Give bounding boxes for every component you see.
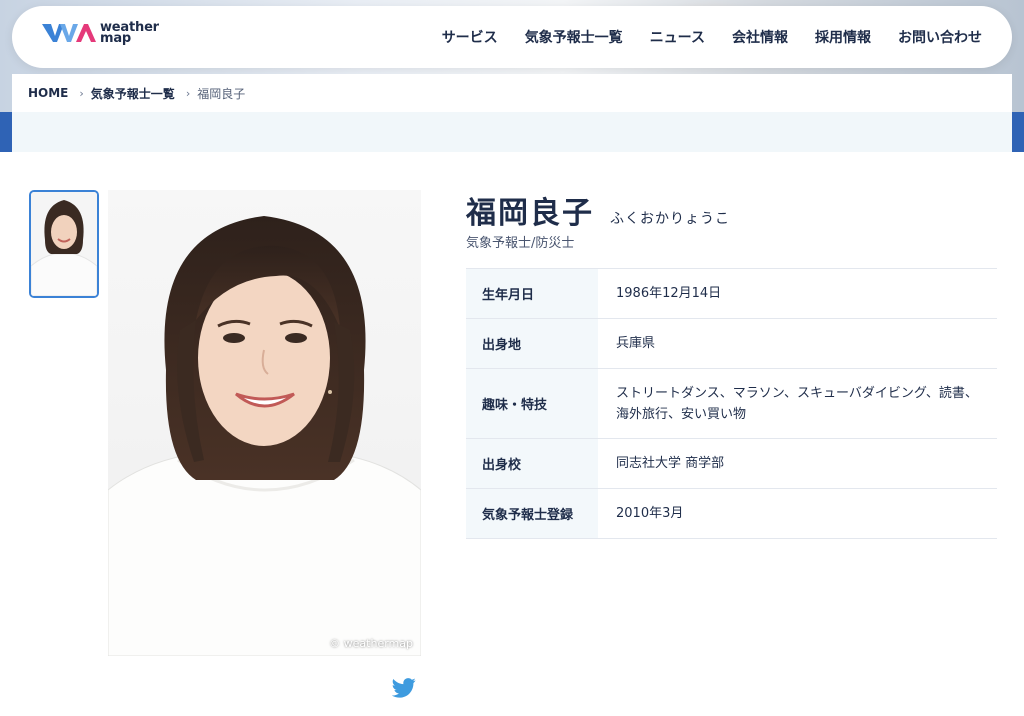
breadcrumb-separator: › bbox=[185, 86, 191, 100]
nav-item-services[interactable]: サービス bbox=[442, 27, 498, 47]
row-label-registration: 気象予報士登録 bbox=[466, 488, 598, 539]
logo-wordmark: weather map bbox=[100, 21, 159, 46]
table-row: 出身地 兵庫県 bbox=[466, 318, 997, 369]
logo-link[interactable]: weather map bbox=[42, 21, 159, 46]
twitter-icon bbox=[391, 678, 416, 698]
profile-name-kana: ふくおかりょうこ bbox=[610, 211, 730, 227]
row-label-hobbies: 趣味・特技 bbox=[466, 368, 598, 439]
main-nav: サービス 気象予報士一覧 ニュース 会社情報 採用情報 お問い合わせ bbox=[442, 6, 982, 68]
row-value-school: 同志社大学 商学部 bbox=[616, 456, 725, 471]
nav-item-company[interactable]: 会社情報 bbox=[732, 27, 788, 47]
weathermap-logo-icon bbox=[42, 24, 96, 42]
row-label-school: 出身校 bbox=[466, 438, 598, 489]
breadcrumb: HOME › 気象予報士一覧 › 福岡良子 bbox=[12, 74, 1012, 112]
portrait-image bbox=[108, 190, 421, 656]
row-value-hobbies: ストリートダンス、マラソン、スキューバダイビング、読書、海外旅行、安い買い物 bbox=[616, 385, 978, 422]
breadcrumb-forecaster-list[interactable]: 気象予報士一覧 bbox=[91, 85, 175, 102]
nav-item-contact[interactable]: お問い合わせ bbox=[898, 27, 982, 47]
profile-photo: © weathermap bbox=[108, 190, 421, 656]
profile-name: 福岡良子 bbox=[466, 196, 594, 231]
photo-thumbnail[interactable] bbox=[29, 190, 99, 298]
table-row: 生年月日 1986年12月14日 bbox=[466, 268, 997, 319]
site-header: weather map サービス 気象予報士一覧 ニュース 会社情報 採用情報 … bbox=[12, 6, 1012, 68]
breadcrumb-home[interactable]: HOME bbox=[28, 86, 68, 100]
profile-table: 生年月日 1986年12月14日 出身地 兵庫県 趣味・特技 ストリートダンス、… bbox=[466, 268, 997, 539]
row-label-birthday: 生年月日 bbox=[466, 268, 598, 319]
logo-line2: map bbox=[100, 31, 132, 46]
row-value-hometown: 兵庫県 bbox=[616, 336, 656, 351]
table-row: 気象予報士登録 2010年3月 bbox=[466, 488, 997, 539]
breadcrumb-current: 福岡良子 bbox=[197, 86, 246, 101]
photo-credit: © weathermap bbox=[329, 637, 413, 650]
table-row: 出身校 同志社大学 商学部 bbox=[466, 438, 997, 489]
hero-stripe-right bbox=[1012, 112, 1024, 152]
nav-item-news[interactable]: ニュース bbox=[650, 27, 705, 47]
profile-heading: 福岡良子 ふくおかりょうこ bbox=[466, 188, 730, 232]
nav-item-recruit[interactable]: 採用情報 bbox=[815, 27, 871, 47]
row-value-birthday: 1986年12月14日 bbox=[616, 286, 722, 301]
hero-stripe-left bbox=[0, 112, 12, 152]
profile-role: 気象予報士/防災士 bbox=[466, 236, 575, 251]
breadcrumb-separator: › bbox=[79, 86, 84, 100]
row-value-registration: 2010年3月 bbox=[616, 506, 684, 521]
nav-item-forecasters[interactable]: 気象予報士一覧 bbox=[525, 27, 623, 47]
row-label-hometown: 出身地 bbox=[466, 318, 598, 369]
breadcrumb-band bbox=[12, 112, 1012, 152]
portrait-thumbnail-image bbox=[31, 192, 97, 296]
table-row: 趣味・特技 ストリートダンス、マラソン、スキューバダイビング、読書、海外旅行、安… bbox=[466, 368, 997, 439]
twitter-share-button[interactable] bbox=[391, 678, 416, 698]
